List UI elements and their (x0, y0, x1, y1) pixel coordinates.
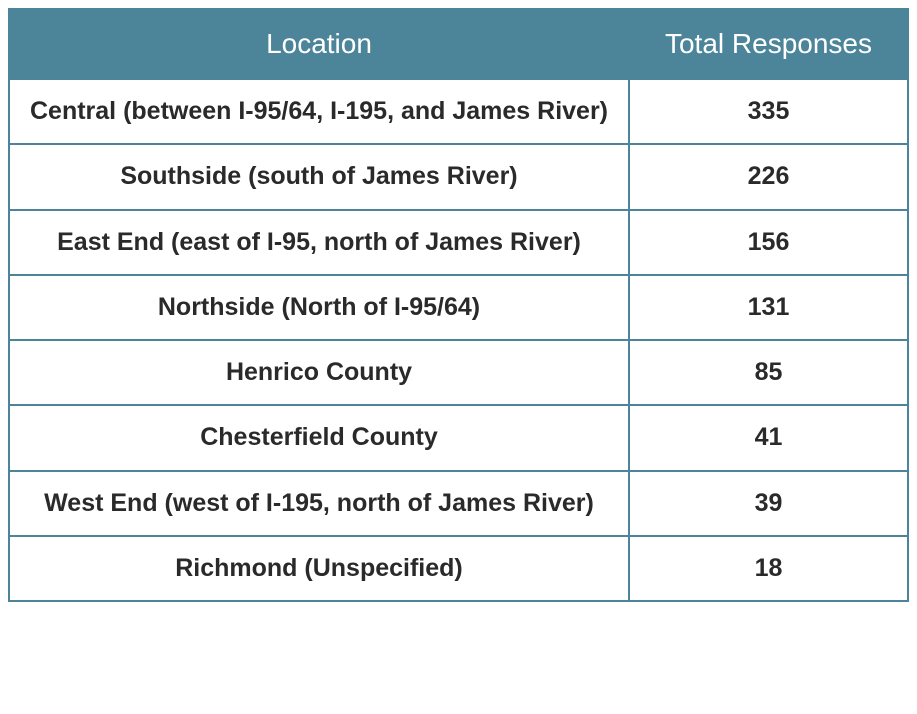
location-cell: Henrico County (9, 340, 629, 405)
table-row: Central (between I-95/64, I-195, and Jam… (9, 79, 908, 144)
location-cell: Southside (south of James River) (9, 144, 629, 209)
responses-table: Location Total Responses Central (betwee… (8, 8, 909, 602)
responses-cell: 131 (629, 275, 908, 340)
header-location: Location (9, 9, 629, 79)
responses-cell: 156 (629, 210, 908, 275)
responses-cell: 85 (629, 340, 908, 405)
table-row: Richmond (Unspecified) 18 (9, 536, 908, 601)
responses-cell: 335 (629, 79, 908, 144)
table-row: West End (west of I-195, north of James … (9, 471, 908, 536)
responses-cell: 41 (629, 405, 908, 470)
location-cell: West End (west of I-195, north of James … (9, 471, 629, 536)
header-row: Location Total Responses (9, 9, 908, 79)
location-cell: Northside (North of I-95/64) (9, 275, 629, 340)
table-row: Chesterfield County 41 (9, 405, 908, 470)
table-row: Southside (south of James River) 226 (9, 144, 908, 209)
table-row: Northside (North of I-95/64) 131 (9, 275, 908, 340)
location-cell: Chesterfield County (9, 405, 629, 470)
table-row: Henrico County 85 (9, 340, 908, 405)
responses-cell: 226 (629, 144, 908, 209)
location-cell: East End (east of I-95, north of James R… (9, 210, 629, 275)
responses-cell: 18 (629, 536, 908, 601)
location-cell: Central (between I-95/64, I-195, and Jam… (9, 79, 629, 144)
table-row: East End (east of I-95, north of James R… (9, 210, 908, 275)
responses-cell: 39 (629, 471, 908, 536)
header-responses: Total Responses (629, 9, 908, 79)
location-cell: Richmond (Unspecified) (9, 536, 629, 601)
